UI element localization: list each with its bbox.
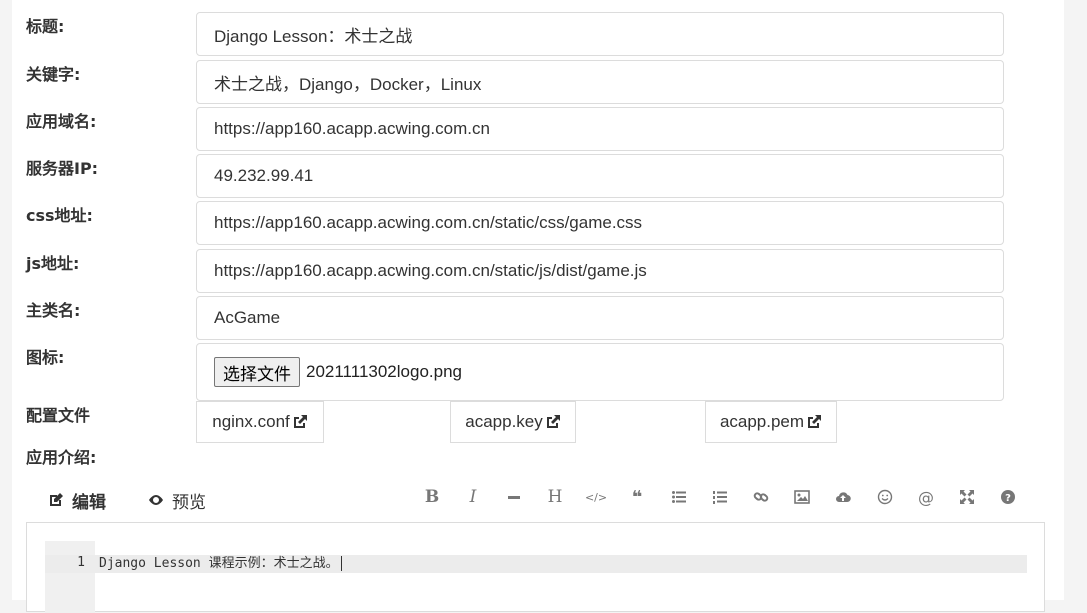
chosen-file-name: 2021111302logo.png (306, 362, 462, 381)
main-class-input-value: AcGame (214, 308, 281, 327)
horizontal-rule-icon[interactable] (503, 486, 525, 508)
css-url-label: css地址: (26, 206, 93, 225)
domain-input[interactable]: https://app160.acapp.acwing.com.cn (196, 107, 1004, 151)
editor-line-text[interactable]: Django Lesson 课程示例：术士之战。 (99, 555, 342, 573)
unordered-list-icon[interactable] (668, 486, 690, 508)
heading-icon[interactable]: H (544, 486, 566, 508)
title-input-value: Django Lesson：术士之战 (214, 26, 413, 46)
domain-input-value: https://app160.acapp.acwing.com.cn (214, 119, 490, 138)
image-icon[interactable] (791, 486, 813, 508)
edit-icon (50, 493, 63, 506)
domain-label: 应用域名: (26, 112, 97, 131)
external-link-icon (293, 415, 307, 428)
markdown-editor[interactable]: 1 Django Lesson 课程示例：术士之战。 (26, 522, 1045, 613)
acapp-pem-label: acapp.pem (719, 412, 805, 431)
js-url-label: js地址: (26, 254, 80, 273)
tab-preview[interactable]: 预览 (148, 478, 218, 522)
app-intro-label: 应用介绍: (26, 448, 97, 467)
config-files-label: 配置文件 (26, 406, 91, 425)
editor-line-content: Django Lesson 课程示例：术士之战。 (99, 556, 339, 571)
help-icon[interactable]: ? (997, 486, 1019, 508)
choose-file-button[interactable]: 选择文件 (214, 357, 300, 387)
keywords-label: 关键字: (26, 65, 81, 84)
server-ip-input-value: 49.232.99.41 (214, 166, 314, 185)
nginx-conf-link[interactable]: nginx.conf (196, 401, 324, 443)
italic-icon[interactable]: I (462, 486, 484, 508)
icon-label: 图标: (26, 348, 65, 367)
acapp-pem-link[interactable]: acapp.pem (705, 401, 837, 443)
js-url-input-value: https://app160.acapp.acwing.com.cn/stati… (214, 261, 647, 280)
line-number: 1 (77, 555, 85, 570)
server-ip-label: 服务器IP: (26, 159, 99, 178)
acapp-key-link[interactable]: acapp.key (450, 401, 576, 443)
bold-icon[interactable]: B (421, 486, 443, 508)
css-url-input-value: https://app160.acapp.acwing.com.cn/stati… (214, 213, 643, 232)
title-input[interactable]: Django Lesson：术士之战 (196, 12, 1004, 56)
keywords-input-value: 术士之战，Django，Docker，Linux (214, 74, 482, 94)
ordered-list-icon[interactable] (709, 486, 731, 508)
acapp-key-label: acapp.key (465, 412, 543, 431)
mention-icon[interactable]: @ (915, 486, 937, 508)
text-cursor (340, 556, 342, 571)
icon-file-input: 选择文件 2021111302logo.png (196, 343, 1004, 401)
main-class-input[interactable]: AcGame (196, 296, 1004, 340)
title-label: 标题: (26, 17, 65, 36)
keywords-input[interactable]: 术士之战，Django，Docker，Linux (196, 60, 1004, 104)
code-icon[interactable]: </> (585, 486, 607, 508)
server-ip-input[interactable]: 49.232.99.41 (196, 154, 1004, 198)
external-link-icon (808, 415, 822, 428)
link-icon[interactable] (750, 486, 772, 508)
fullscreen-icon[interactable] (956, 486, 978, 508)
tab-edit-label: 编辑 (72, 492, 106, 513)
js-url-input[interactable]: https://app160.acapp.acwing.com.cn/stati… (196, 249, 1004, 293)
emoji-icon[interactable] (874, 486, 896, 508)
css-url-input[interactable]: https://app160.acapp.acwing.com.cn/stati… (196, 201, 1004, 245)
external-link-icon (546, 415, 560, 428)
tab-edit[interactable]: 编辑 (26, 478, 128, 524)
eye-icon (149, 495, 163, 505)
nginx-conf-label: nginx.conf (212, 412, 290, 431)
app-form-panel: 标题: 关键字: 应用域名: 服务器IP: css地址: js地址: 主类名: … (12, 0, 1064, 613)
main-class-label: 主类名: (26, 301, 81, 320)
upload-icon[interactable] (832, 486, 854, 508)
line-number-gutter (45, 541, 95, 613)
tab-preview-label: 预览 (172, 492, 206, 513)
quote-icon[interactable]: ❝ (626, 486, 648, 508)
svg-text:?: ? (1005, 493, 1011, 504)
